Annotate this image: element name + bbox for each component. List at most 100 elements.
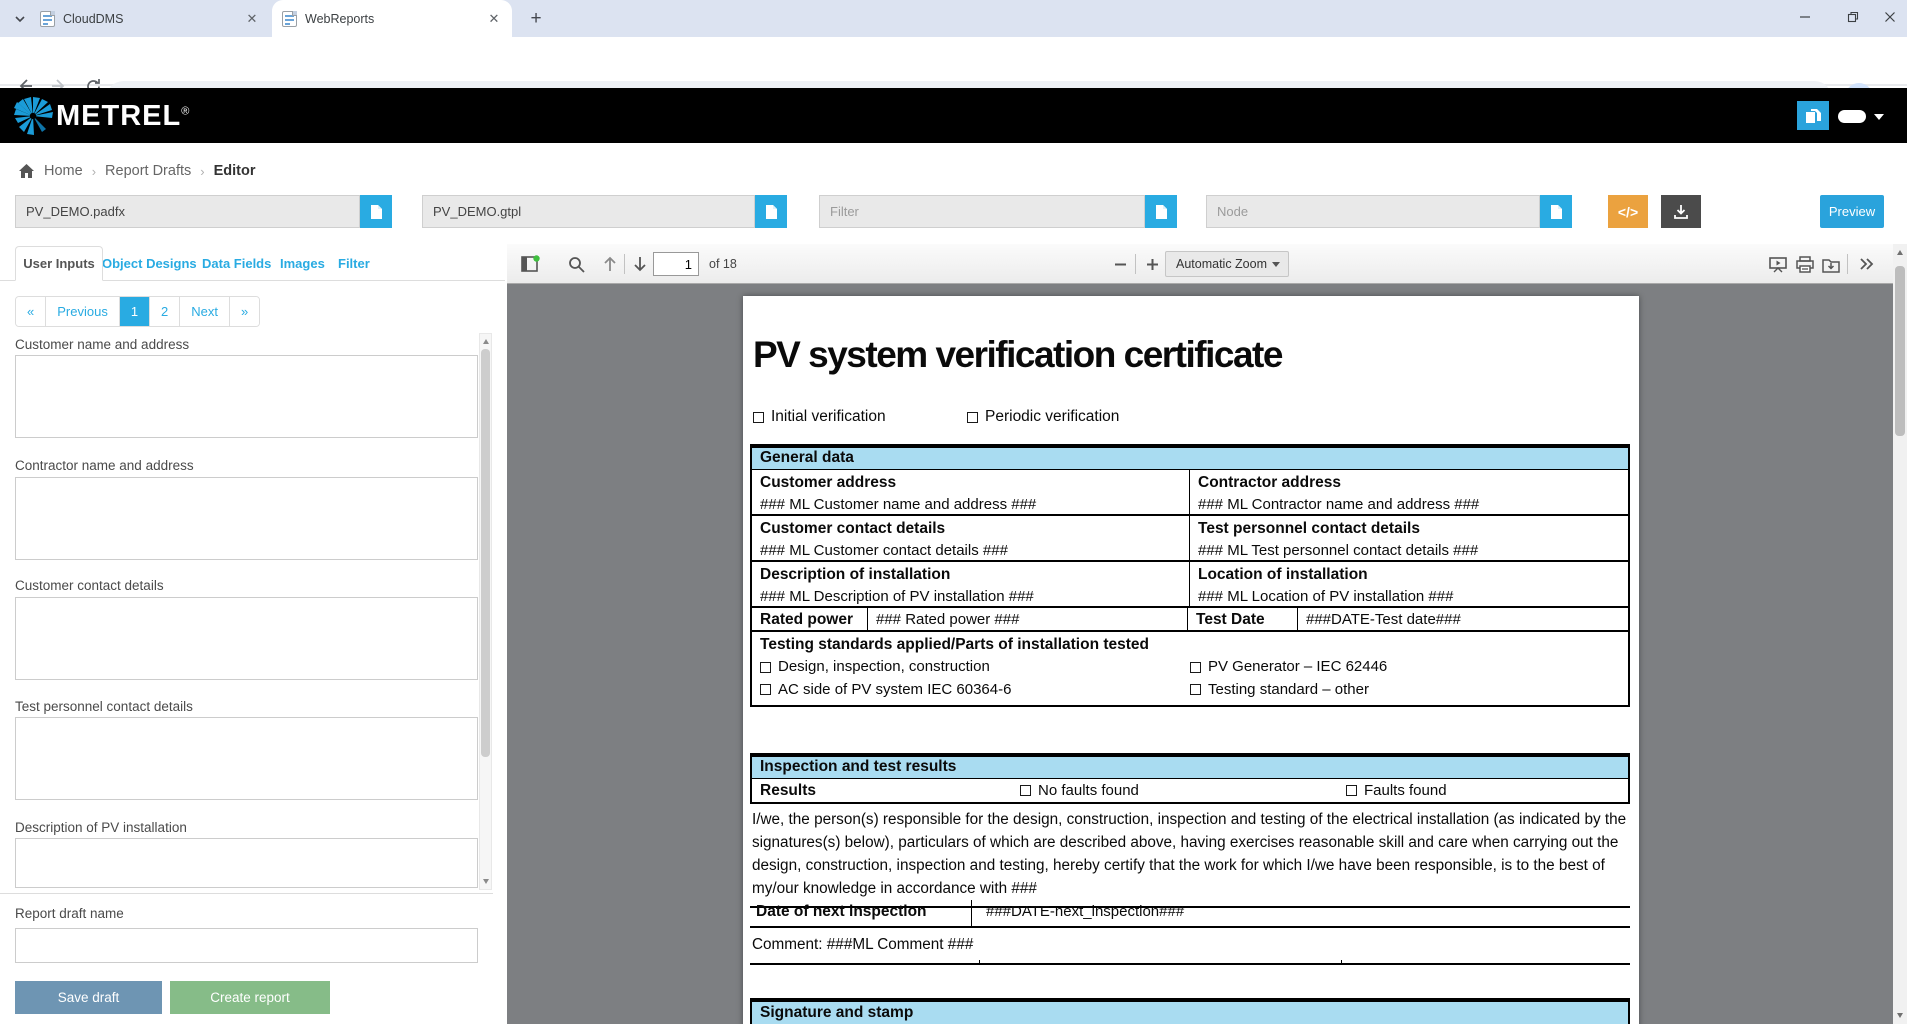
breadcrumb-editor: Editor [214,163,256,179]
pagination-next[interactable]: Next [180,297,230,326]
checkbox-icon [1020,785,1031,796]
test-personnel-textarea[interactable] [15,717,478,800]
zoom-in-icon[interactable] [1139,251,1165,277]
zoom-select[interactable]: Automatic Zoom [1165,251,1289,277]
pagination-page-1[interactable]: 1 [120,297,150,326]
checkbox-icon [1190,662,1201,673]
tab-title: WebReports [305,12,486,26]
presentation-mode-icon[interactable] [1765,251,1791,277]
node-field[interactable] [1206,195,1540,228]
next-page-icon[interactable] [627,251,653,277]
home-icon[interactable] [18,163,35,179]
checkbox-icon [760,662,771,673]
checkbox-icon [753,412,764,423]
page-number-input[interactable] [653,252,699,276]
search-icon[interactable] [563,251,589,277]
declaration-paragraph: I/we, the person(s) responsible for the … [750,806,1630,908]
gtpl-file-field[interactable] [422,195,755,228]
pagination-page-2[interactable]: 2 [150,297,180,326]
new-tab-button[interactable]: + [524,7,548,31]
general-data-table: General data Customer address### ML Cust… [750,444,1630,707]
pv-description-textarea[interactable] [15,838,478,888]
field-label-report-draft-name: Report draft name [15,906,124,921]
previous-page-icon[interactable] [597,251,623,277]
page-count-label: of 18 [709,257,737,271]
code-editor-button[interactable]: </> [1608,195,1648,228]
pagination-previous[interactable]: Previous [46,297,120,326]
brand-name: METREL® [56,100,190,133]
code-icon: </> [1618,204,1638,220]
tab-close-icon[interactable]: ✕ [486,11,502,27]
window-restore-button[interactable] [1836,0,1870,34]
sidebar-toggle-button[interactable] [517,251,543,277]
contractor-name-textarea[interactable] [15,477,478,560]
save-file-icon[interactable] [1818,251,1844,277]
scrollbar-thumb[interactable] [1895,266,1905,436]
gtpl-file-picker-button[interactable] [755,195,787,228]
scroll-up-icon[interactable] [483,339,489,344]
customer-contact-textarea[interactable] [15,597,478,680]
field-label-customer-contact: Customer contact details [15,578,164,593]
tab-data-fields[interactable]: Data Fields [202,246,271,281]
scroll-down-icon[interactable] [483,879,489,884]
clouddms-favicon-icon [40,11,55,27]
scrollbar-thumb[interactable] [481,349,490,757]
padfx-file-picker-button[interactable] [360,195,392,228]
preview-button[interactable]: Preview [1820,195,1884,228]
download-button[interactable] [1661,195,1701,228]
pdf-canvas[interactable]: PV system verification certificate Initi… [507,284,1893,1024]
browser-toolbar: wr.metrel-cloud.com/Report/Editor [0,37,1907,86]
window-close-button[interactable] [1873,0,1907,34]
user-name-badge[interactable] [1838,110,1866,123]
pagination-first[interactable]: « [16,297,46,326]
breadcrumb: Home › Report Drafts › Editor [18,150,256,192]
breadcrumb-report-drafts[interactable]: Report Drafts [105,163,191,179]
browser-tab-webreports[interactable]: WebReports ✕ [272,0,512,37]
zoom-out-icon[interactable] [1107,251,1133,277]
save-draft-button[interactable]: Save draft [15,981,162,1014]
browser-tab-strip: CloudDMS ✕ WebReports ✕ + [0,0,1907,37]
signature-table: Signature and stamp [750,998,1630,1024]
field-label-test-personnel: Test personnel contact details [15,699,193,714]
testing-standards-block: Testing standards applied/Parts of insta… [752,632,1628,705]
create-report-button[interactable]: Create report [170,981,330,1014]
print-icon[interactable] [1792,251,1818,277]
header-documents-button[interactable] [1797,101,1829,130]
tab-filter[interactable]: Filter [338,246,370,281]
chevron-down-icon [1272,262,1280,267]
node-picker-button[interactable] [1540,195,1572,228]
pdf-page: PV system verification certificate Initi… [743,296,1639,1024]
scroll-down-icon[interactable] [1897,1013,1903,1018]
pdf-viewer: of 18 Automatic Zoom PV system verificat… [507,244,1893,1024]
tab-user-inputs[interactable]: User Inputs [15,246,103,281]
download-icon [1673,204,1689,220]
tab-images[interactable]: Images [280,246,325,281]
tab-search-chevron-icon[interactable] [8,7,32,31]
checkbox-icon [1190,684,1201,695]
pagination: « Previous 1 2 Next » [15,296,260,327]
padfx-file-field[interactable] [15,195,360,228]
metrel-logo-icon [12,97,54,135]
browser-tab-clouddms[interactable]: CloudDMS ✕ [30,0,270,37]
tab-title: CloudDMS [63,12,244,26]
document-title: PV system verification certificate [753,334,1282,376]
table-row: Rated power ### Rated power ### Test Dat… [752,608,1628,632]
filter-file-picker-button[interactable] [1145,195,1177,228]
customer-name-textarea[interactable] [15,355,478,438]
user-menu-caret-icon[interactable] [1874,114,1884,120]
form-scrollbar[interactable] [479,333,492,890]
breadcrumb-home[interactable]: Home [44,163,83,179]
scroll-up-icon[interactable] [1897,250,1903,255]
filter-file-field[interactable] [819,195,1145,228]
page-scrollbar[interactable] [1893,244,1907,1024]
registered-mark: ® [181,105,190,117]
pagination-last[interactable]: » [230,297,259,326]
more-tools-icon[interactable] [1853,251,1879,277]
report-draft-name-input[interactable] [15,928,478,963]
zoom-select-value: Automatic Zoom [1176,257,1267,271]
tab-object-designs[interactable]: Object Designs [102,246,197,281]
window-minimize-button[interactable] [1788,0,1822,34]
signature-header: Signature and stamp [752,1002,1628,1024]
tab-close-icon[interactable]: ✕ [244,11,260,27]
table-row: Customer contact details### ML Customer … [752,516,1628,562]
